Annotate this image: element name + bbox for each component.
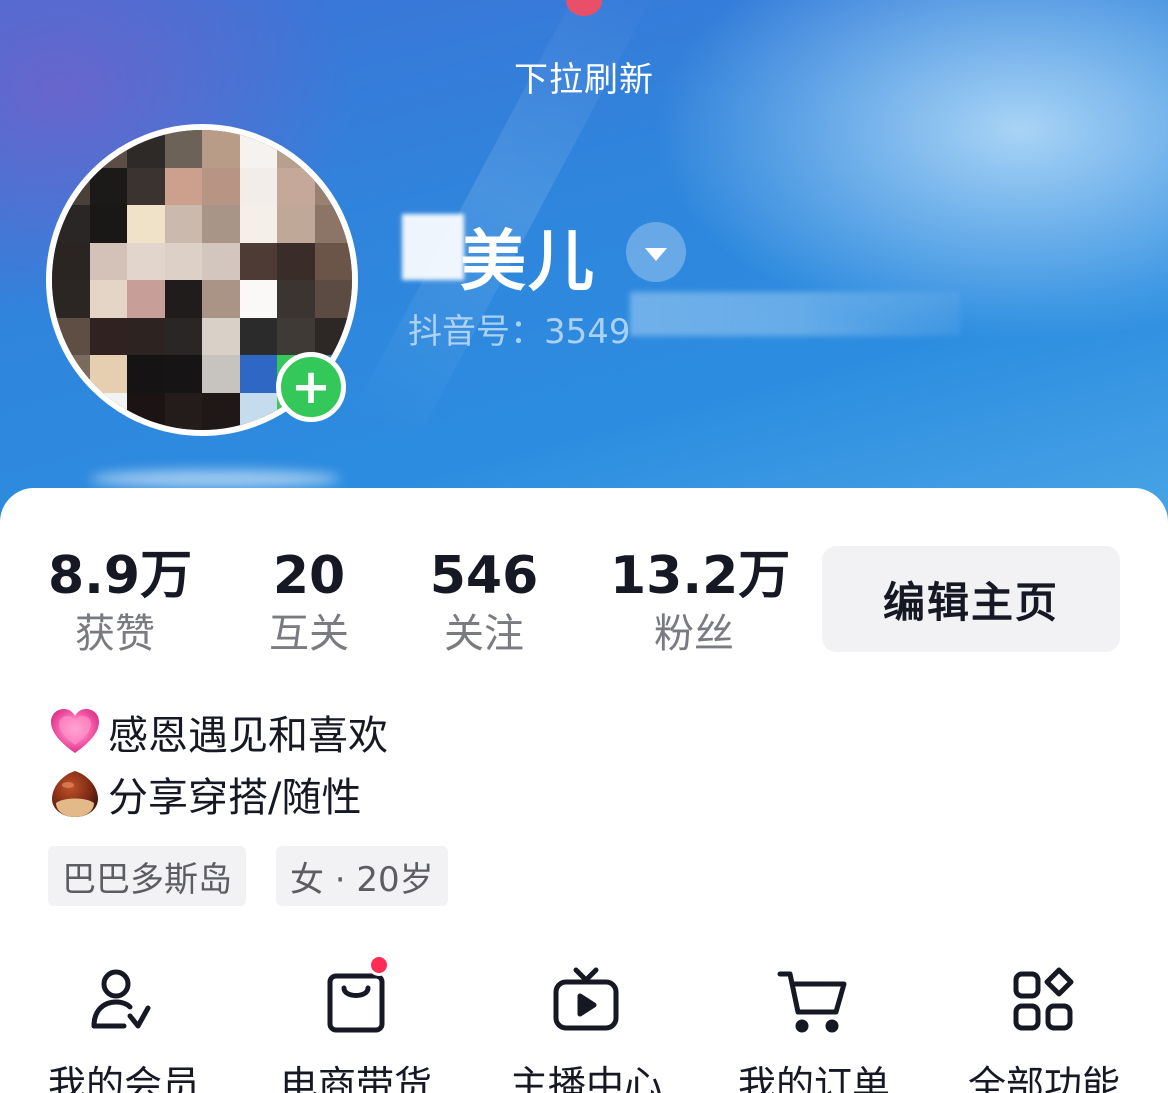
notification-dot — [368, 954, 390, 976]
chevron-down-icon — [645, 247, 667, 261]
stat-likes[interactable]: 8.9万 获赞 — [48, 546, 193, 658]
function-ecommerce[interactable]: 电商带货 — [266, 954, 446, 1093]
stat-followers[interactable]: 13.2万 粉丝 — [610, 546, 791, 658]
douyin-id-redaction — [630, 292, 960, 336]
account-switch-button[interactable] — [626, 222, 686, 282]
stat-label: 互关 — [269, 611, 349, 657]
function-my-membership[interactable]: 我的会员 — [34, 960, 214, 1093]
function-label: 电商带货 — [279, 1063, 432, 1093]
location-tag[interactable]: 巴巴多斯岛 — [48, 846, 246, 906]
live-tv-icon — [546, 960, 626, 1040]
chestnut-icon — [48, 767, 102, 821]
function-label: 我的会员 — [47, 1063, 200, 1093]
function-streamer-center[interactable]: 主播中心 — [496, 960, 676, 1093]
cart-icon — [774, 960, 854, 1040]
stat-value: 546 — [429, 546, 539, 606]
function-label: 主播中心 — [509, 1063, 662, 1093]
pull-to-refresh-hint: 下拉刷新 — [514, 60, 654, 100]
function-my-orders[interactable]: 我的订单 — [724, 960, 904, 1093]
all-functions-icon — [1004, 960, 1084, 1040]
profile-nickname[interactable]: 美儿 — [460, 208, 596, 304]
bio-text: 分享穿搭/随性 — [108, 775, 362, 821]
douyin-id[interactable]: 抖音号：3549 — [408, 304, 631, 353]
stat-value: 8.9万 — [48, 546, 193, 606]
stat-value: 13.2万 — [610, 546, 791, 606]
bio-line: 感恩遇见和喜欢 — [48, 704, 388, 760]
profile-header: 下拉刷新 + 美儿 抖音号：3549 — [0, 0, 1168, 530]
bio-text: 感恩遇见和喜欢 — [108, 713, 388, 759]
pink-heart-icon — [48, 705, 102, 759]
stat-following[interactable]: 546 关注 — [426, 548, 542, 658]
function-label: 全部功能 — [967, 1063, 1120, 1093]
stat-label: 关注 — [444, 611, 524, 657]
add-avatar-icon[interactable]: + — [276, 352, 346, 422]
edit-profile-button[interactable]: 编辑主页 — [822, 546, 1120, 652]
member-icon — [84, 960, 164, 1040]
nickname-redaction — [402, 214, 464, 280]
stat-label: 粉丝 — [654, 611, 734, 657]
stat-value: 20 — [272, 546, 346, 606]
avatar-shadow — [90, 470, 340, 488]
stat-mutual[interactable]: 20 互关 — [254, 548, 364, 658]
stat-label: 获赞 — [75, 611, 155, 657]
bio-line: 分享穿搭/随性 — [48, 766, 361, 822]
shopping-bag-icon — [316, 954, 396, 1040]
gender-age-tag[interactable]: 女 · 20岁 — [276, 846, 448, 906]
function-label: 我的订单 — [737, 1063, 890, 1093]
function-all-features[interactable]: 全部功能 — [954, 960, 1134, 1093]
